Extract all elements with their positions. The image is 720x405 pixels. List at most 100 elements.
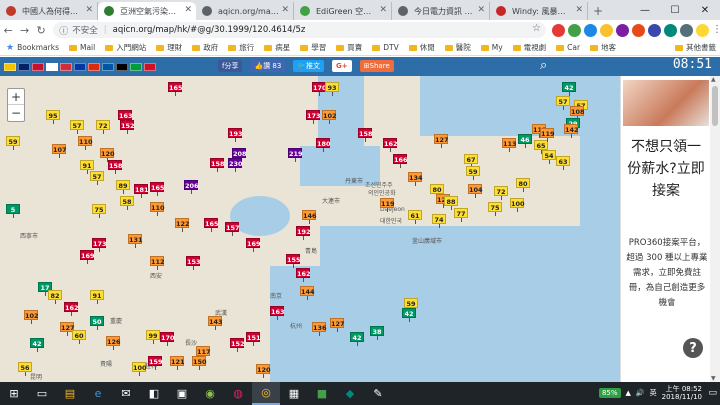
aqi-marker[interactable]: 112 [150, 256, 165, 270]
scroll-thumb[interactable] [712, 86, 718, 126]
aqi-marker[interactable]: 75 [92, 204, 106, 218]
url-text[interactable]: aqicn.org/map/hk/#@g/30.1999/120.4614/5z [113, 25, 306, 35]
aqi-marker[interactable]: 110 [78, 136, 93, 150]
browser-tab[interactable]: EdiGreen 空氣盒子✕ [294, 2, 392, 20]
aqi-marker[interactable]: 180 [316, 138, 331, 152]
zoom-in-button[interactable]: + [8, 89, 24, 105]
aqi-marker[interactable]: 162 [383, 138, 398, 152]
aqi-marker[interactable]: 91 [90, 290, 104, 304]
tab-close-icon[interactable]: ✕ [575, 5, 583, 15]
aqi-marker[interactable]: 122 [175, 218, 190, 232]
language-flag-icon[interactable] [88, 62, 100, 71]
bookmark-folder[interactable]: 學習 [300, 42, 326, 53]
aqi-marker[interactable]: 157 [225, 222, 240, 236]
aqi-marker[interactable]: 165 [204, 218, 219, 232]
bookmark-folder[interactable]: 入門網站 [105, 42, 146, 53]
extension-icon[interactable] [680, 23, 694, 37]
aqi-marker[interactable]: 42 [562, 82, 576, 96]
aqi-marker[interactable]: 104 [468, 184, 483, 198]
bookmark-star-icon[interactable]: ☆ [532, 23, 541, 34]
language-flag-icon[interactable] [130, 62, 142, 71]
extension-icon[interactable] [616, 23, 630, 37]
task-view-icon[interactable]: ▭ [28, 382, 56, 405]
zoom-out-button[interactable]: − [8, 105, 24, 121]
aqi-marker[interactable]: 102 [24, 310, 39, 324]
app-icon[interactable]: ◆ [336, 382, 364, 405]
aqi-marker[interactable]: 59 [466, 166, 480, 180]
aqi-marker[interactable]: 181 [134, 184, 149, 198]
facebook-like-button[interactable]: 👍 讚 83 [250, 60, 286, 72]
aqi-marker[interactable]: 58 [120, 196, 134, 210]
system-clock[interactable]: 上午 08:52 2018/11/10 [662, 385, 702, 401]
tab-close-icon[interactable]: ✕ [281, 5, 289, 15]
aqi-marker[interactable]: 152 [120, 120, 135, 134]
language-flag-icon[interactable] [4, 62, 16, 71]
back-icon[interactable]: ← [0, 22, 16, 39]
browser-tab[interactable]: 今日電力資訊 - 電力✕ [392, 2, 490, 20]
aqi-marker[interactable]: 158 [108, 160, 123, 174]
aqi-marker[interactable]: 59 [404, 298, 418, 312]
bookmark-folder[interactable]: Car [556, 43, 580, 52]
aqi-marker[interactable]: 59 [6, 136, 20, 150]
close-window-icon[interactable]: ✕ [690, 0, 720, 20]
tweet-button[interactable]: 🐦 推文 [293, 60, 325, 72]
language-flag-icon[interactable] [60, 62, 72, 71]
windows-start-icon[interactable]: ⊞ [0, 382, 28, 405]
aqi-marker[interactable]: 206 [184, 180, 199, 194]
ad-close-icon[interactable]: ✕ [701, 80, 707, 88]
aqi-marker[interactable]: 63 [556, 156, 570, 170]
extension-icon[interactable] [600, 23, 614, 37]
aqi-marker[interactable]: 60 [72, 330, 86, 344]
aqi-marker[interactable]: 5 [6, 204, 20, 218]
aqi-marker[interactable]: 153 [186, 256, 201, 270]
aqi-marker[interactable]: 134 [408, 172, 423, 186]
aqi-marker[interactable]: 162 [296, 268, 311, 282]
aqi-marker[interactable]: 159 [148, 356, 163, 370]
aqi-marker[interactable]: 80 [516, 178, 530, 192]
aqi-marker[interactable]: 127 [330, 318, 345, 332]
aqi-marker[interactable]: 163 [270, 306, 285, 320]
aqi-marker[interactable]: 108 [570, 106, 585, 120]
language-flag-icon[interactable] [116, 62, 128, 71]
aqi-marker[interactable]: 152 [230, 338, 245, 352]
new-tab-button[interactable]: + [588, 2, 608, 20]
aqi-marker[interactable]: 155 [286, 254, 301, 268]
aqi-marker[interactable]: 107 [52, 144, 67, 158]
aqi-marker[interactable]: 42 [402, 308, 416, 322]
photos-icon[interactable]: ▣ [168, 382, 196, 405]
maximize-icon[interactable]: ☐ [660, 0, 690, 20]
extension-icon[interactable] [584, 23, 598, 37]
aqi-marker[interactable]: 131 [128, 234, 143, 248]
edge-icon[interactable]: e [84, 382, 112, 405]
aqi-marker[interactable]: 143 [208, 316, 223, 330]
aqi-marker[interactable]: 38 [370, 326, 384, 340]
minimize-icon[interactable]: — [630, 0, 660, 20]
tab-close-icon[interactable]: ✕ [85, 5, 93, 15]
other-bookmarks[interactable]: 其他書籤 [675, 42, 716, 53]
browser-tab[interactable]: Windy: 風暴及天氣✕ [490, 2, 588, 20]
bookmark-folder[interactable]: 買賣 [336, 42, 362, 53]
aqi-marker[interactable]: 170 [312, 82, 327, 96]
avatar[interactable] [696, 23, 710, 37]
app-icon[interactable]: ▦ [280, 382, 308, 405]
aqi-marker[interactable]: 158 [210, 158, 225, 172]
aqi-marker[interactable]: 173 [306, 110, 321, 124]
aqi-marker[interactable]: 113 [502, 138, 517, 152]
aqi-marker[interactable]: 146 [302, 210, 317, 224]
aqi-marker[interactable]: 67 [464, 154, 478, 168]
app-icon[interactable]: ◍ [224, 382, 252, 405]
apps-bookmark[interactable]: ★ Bookmarks [6, 43, 59, 53]
browser-tab[interactable]: 中國人為何得同時 ✕ [0, 2, 98, 20]
bookmark-folder[interactable]: 政府 [192, 42, 218, 53]
language-flag-icon[interactable] [74, 62, 86, 71]
extension-icon[interactable] [664, 23, 678, 37]
aqi-marker[interactable]: 142 [564, 124, 579, 138]
aqi-marker[interactable]: 230 [228, 158, 243, 172]
extension-icon[interactable] [552, 23, 566, 37]
aqi-marker[interactable]: 169 [80, 250, 95, 264]
info-icon[interactable]: ⓘ [59, 24, 68, 37]
scroll-up-icon[interactable]: ▲ [711, 76, 716, 83]
aqi-marker[interactable]: 80 [430, 184, 444, 198]
aqi-marker[interactable]: 100 [510, 198, 525, 212]
language-flag-icon[interactable] [144, 62, 156, 71]
